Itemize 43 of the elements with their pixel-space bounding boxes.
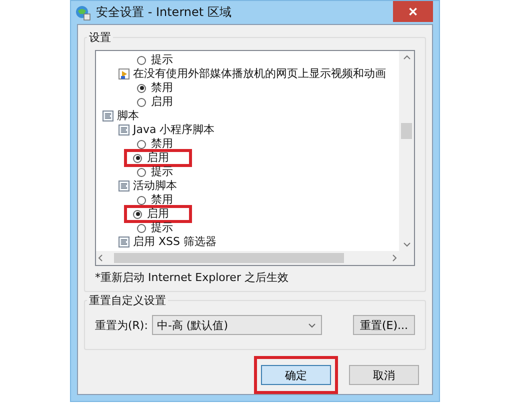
dialog-button[interactable]: 取消: [349, 365, 419, 385]
radio-button[interactable]: [137, 84, 146, 92]
setting-label: 脚本: [117, 109, 139, 123]
restart-note: *重新启动 Internet Explorer 之后生效: [95, 270, 290, 285]
option-label: 提示: [151, 165, 173, 179]
reset-level-dropdown[interactable]: 中-高 (默认值): [152, 315, 322, 335]
close-button[interactable]: ✕: [393, 1, 433, 22]
option-label: 启用: [151, 95, 173, 109]
radio-button[interactable]: [137, 196, 146, 204]
setting-label: Java 小程序脚本: [133, 123, 215, 137]
option-label: 启用: [147, 207, 169, 221]
reset-label: 重置为(R):: [95, 318, 148, 332]
group-title: 设置: [87, 30, 113, 45]
group-title: 重置自定义设置: [87, 293, 168, 308]
script-icon: [102, 110, 114, 122]
option-label: 禁用: [151, 81, 173, 95]
radio-button[interactable]: [133, 210, 142, 218]
window-title: 安全设置 - Internet 区域: [96, 4, 232, 21]
option-label: 禁用: [151, 137, 173, 151]
scroll-thumb[interactable]: [401, 123, 412, 139]
reset-button[interactable]: 重置(E)...: [352, 315, 415, 335]
scroll-thumb[interactable]: [114, 253, 344, 263]
radio-button[interactable]: [133, 154, 142, 162]
radio-button[interactable]: [137, 140, 146, 148]
script-icon: [118, 236, 130, 248]
script-icon: [118, 124, 130, 136]
setting-label: 活动脚本: [133, 179, 177, 193]
radio-button[interactable]: [137, 224, 146, 232]
dialog-button[interactable]: 确定: [261, 365, 331, 385]
option-label: 提示: [151, 221, 173, 235]
option-label: 禁用: [151, 193, 173, 207]
option-label: 提示: [151, 53, 173, 67]
radio-button[interactable]: [137, 56, 146, 64]
radio-button[interactable]: [137, 98, 146, 106]
setting-label: 启用 XSS 筛选器: [133, 235, 216, 249]
setting-label: 在没有使用外部媒体播放机的网页上显示视频和动画: [133, 67, 386, 81]
security-icon: [75, 4, 91, 20]
vertical-scrollbar[interactable]: [399, 51, 414, 251]
media-icon: [118, 68, 130, 80]
script-icon: [118, 180, 130, 192]
horizontal-scrollbar[interactable]: [96, 251, 414, 265]
option-label: 启用: [147, 151, 169, 165]
radio-button[interactable]: [137, 168, 146, 176]
